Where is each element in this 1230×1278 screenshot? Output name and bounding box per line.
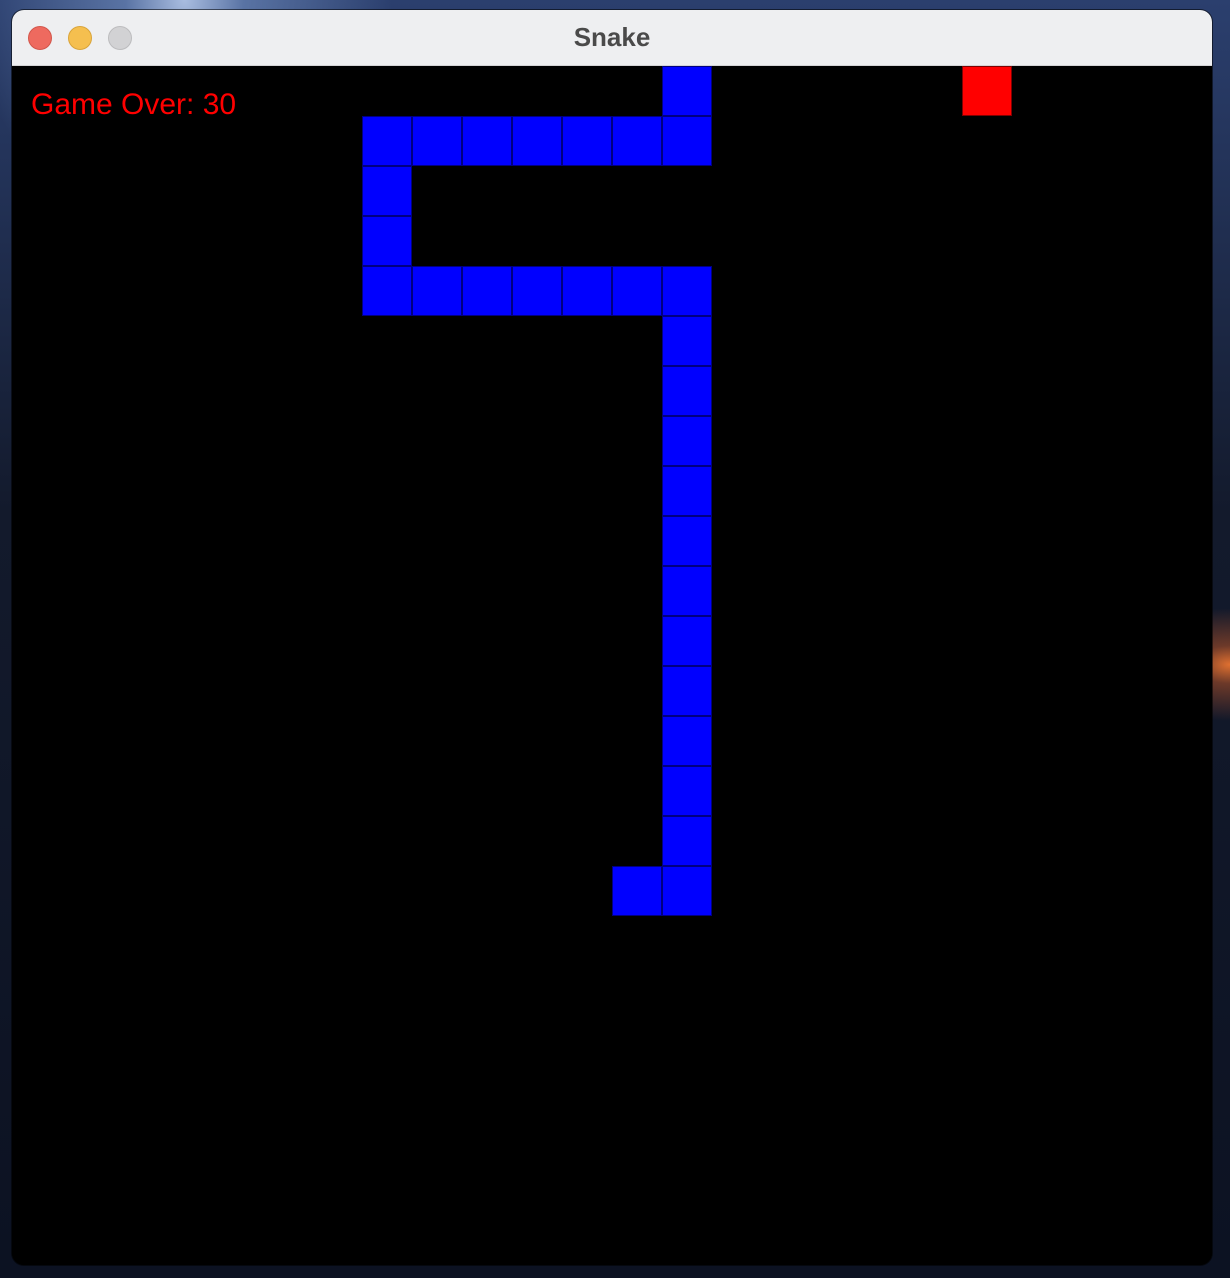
snake-segment [662, 866, 712, 916]
snake-segment [662, 566, 712, 616]
snake-segment [662, 116, 712, 166]
snake-segment [662, 316, 712, 366]
snake-segment [662, 666, 712, 716]
snake-segment [662, 516, 712, 566]
snake-segment [512, 116, 562, 166]
snake-segment [662, 366, 712, 416]
snake-segment [662, 816, 712, 866]
snake-segment [362, 266, 412, 316]
snake-segment [662, 416, 712, 466]
game-window: Snake Game Over: 30 [12, 10, 1212, 1265]
snake-segment [662, 616, 712, 666]
snake-head [662, 66, 712, 116]
snake-segment [362, 166, 412, 216]
snake-segment [662, 716, 712, 766]
game-over-score: Game Over: 30 [31, 88, 237, 121]
snake-segment [412, 266, 462, 316]
snake-segment [662, 266, 712, 316]
snake-segment [362, 216, 412, 266]
snake-segment [562, 266, 612, 316]
snake-segment [612, 116, 662, 166]
snake-segment [562, 116, 612, 166]
snake-segment [462, 116, 512, 166]
snake-segment [612, 266, 662, 316]
snake-segment [412, 116, 462, 166]
snake-segment [662, 766, 712, 816]
snake-segment [462, 266, 512, 316]
window-title: Snake [573, 22, 651, 52]
food-pellet [962, 66, 1012, 116]
snake-segment [662, 466, 712, 516]
snake-segment [612, 866, 662, 916]
snake-segment [362, 116, 412, 166]
title-bar[interactable]: Snake [12, 10, 1212, 66]
snake-segment [512, 266, 562, 316]
game-board[interactable]: Game Over: 30 [12, 66, 1212, 1265]
